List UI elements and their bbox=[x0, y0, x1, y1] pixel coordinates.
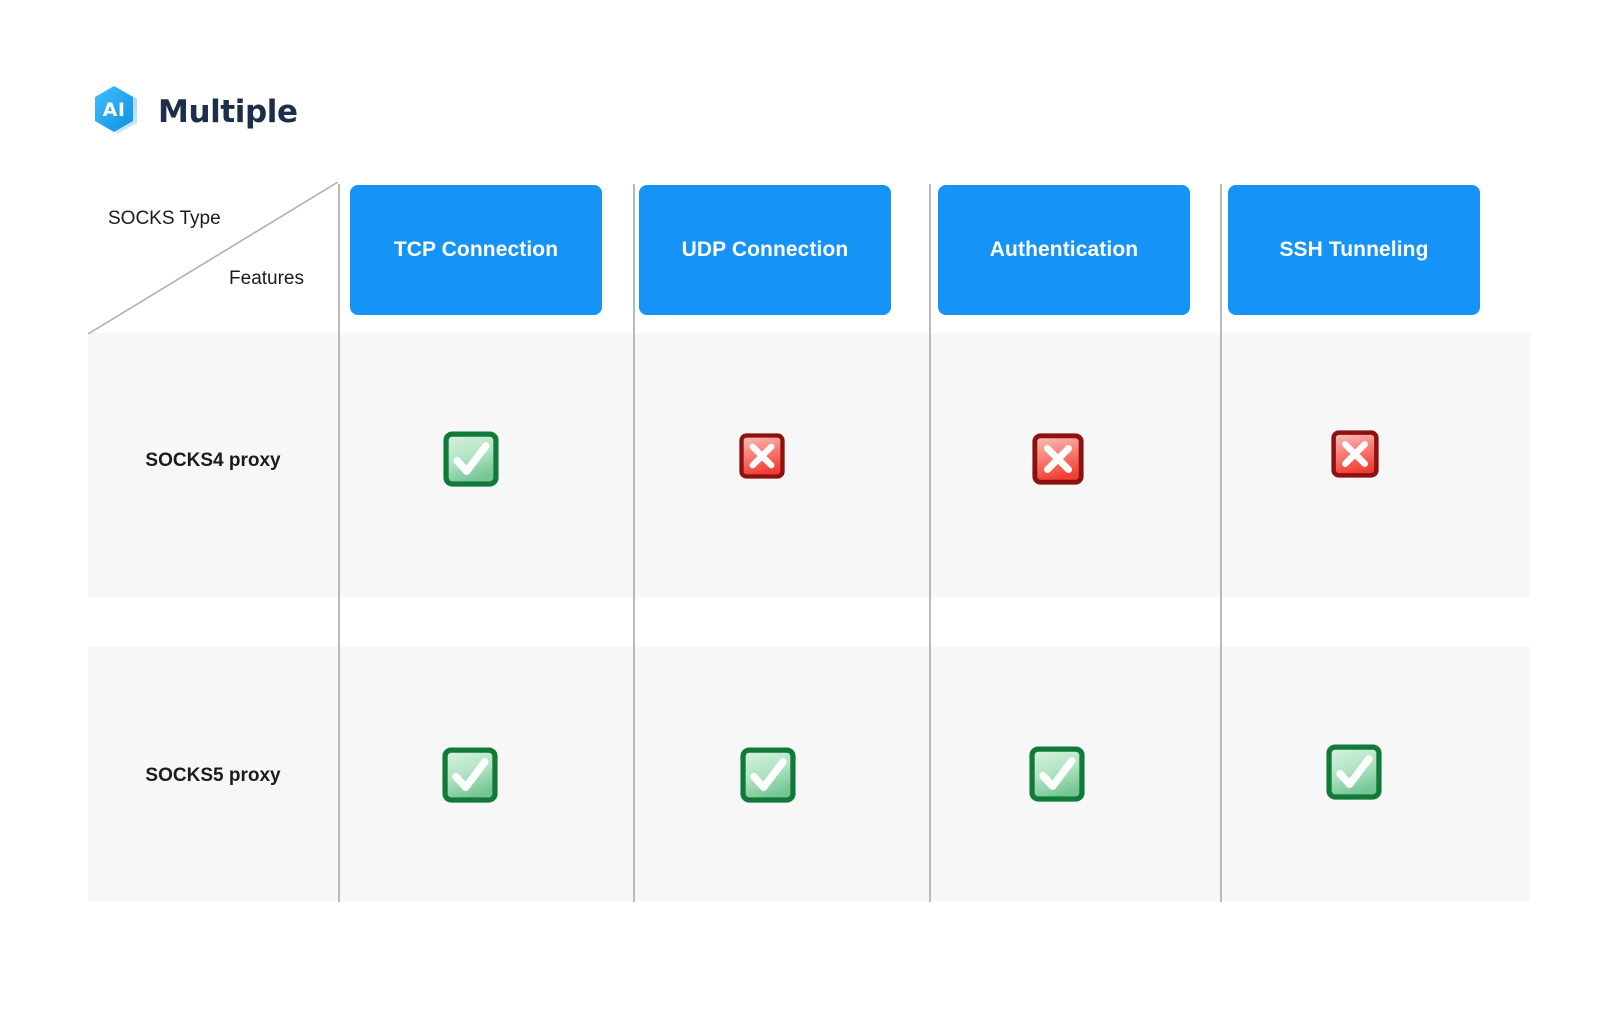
column-divider-1 bbox=[338, 184, 340, 902]
green-check-icon bbox=[443, 431, 499, 487]
column-divider-3 bbox=[929, 184, 931, 902]
column-header-tcp-connection: TCP Connection bbox=[350, 185, 602, 315]
table-corner-cell: SOCKS Type Features bbox=[88, 182, 338, 334]
socks-comparison-table: SOCKS Type Features TCP Connection UDP C… bbox=[0, 0, 1600, 1009]
column-header-authentication: Authentication bbox=[938, 185, 1190, 315]
column-header-label: SSH Tunneling bbox=[1279, 238, 1429, 261]
red-cross-icon bbox=[1331, 430, 1379, 478]
corner-diagonal-line-icon bbox=[88, 182, 338, 334]
column-header-label: TCP Connection bbox=[393, 238, 559, 261]
comparison-table-page: AI Multiple SOCKS Type Features TCP Conn… bbox=[0, 0, 1600, 1009]
column-header-ssh-tunneling: SSH Tunneling bbox=[1228, 185, 1480, 315]
red-cross-icon bbox=[739, 433, 785, 479]
green-check-icon bbox=[442, 747, 498, 803]
column-divider-4 bbox=[1220, 184, 1222, 902]
red-cross-icon bbox=[1032, 433, 1084, 485]
green-check-icon bbox=[1029, 746, 1085, 802]
column-header-udp-connection: UDP Connection bbox=[639, 185, 891, 315]
green-check-icon bbox=[1326, 744, 1382, 800]
column-header-label: UDP Connection bbox=[681, 238, 849, 261]
column-divider-2 bbox=[633, 184, 635, 902]
row-label-socks4: SOCKS4 proxy bbox=[145, 450, 281, 471]
corner-label-socks-type: SOCKS Type bbox=[108, 208, 221, 229]
green-check-icon bbox=[740, 747, 796, 803]
corner-label-features: Features bbox=[229, 268, 304, 289]
row-label-socks5: SOCKS5 proxy bbox=[145, 765, 281, 786]
column-header-label: Authentication bbox=[989, 238, 1139, 261]
